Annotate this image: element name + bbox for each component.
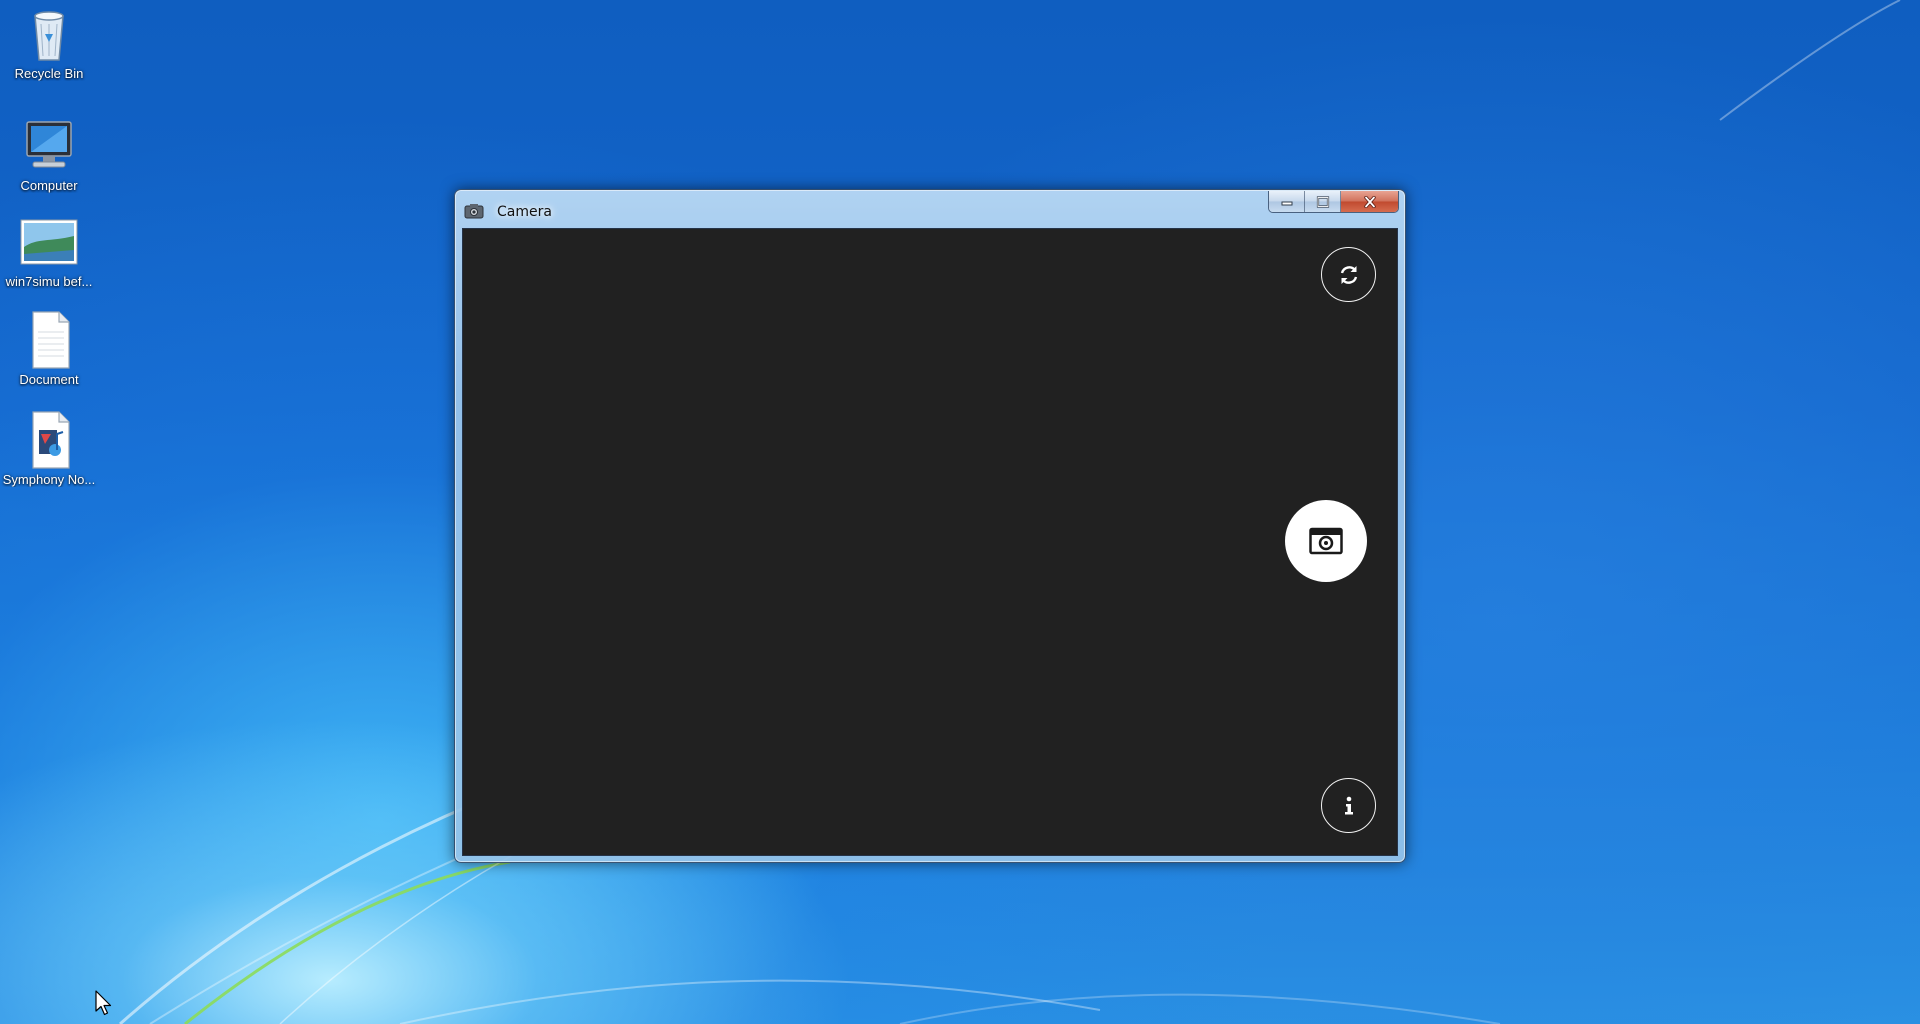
minimize-button[interactable] [1269,191,1305,212]
desktop-icon-symphony[interactable]: Symphony No... [0,410,98,487]
info-button[interactable] [1321,778,1376,833]
camera-shutter-icon [1309,527,1343,555]
caption-buttons [1268,191,1399,213]
desktop-icon-label: Computer [20,178,78,193]
image-file-icon [20,219,78,265]
desktop-icon-computer[interactable]: Computer [0,116,98,193]
maximize-button[interactable] [1305,191,1341,212]
desktop-icon-win7simu[interactable]: win7simu bef... [0,212,98,289]
desktop: Recycle Bin Computer win7simu bef... Doc… [0,0,1920,1024]
camera-app-icon [464,204,484,219]
desktop-icon-label: win7simu bef... [5,274,93,289]
capture-photo-button[interactable] [1285,500,1367,582]
window-title: Camera [497,204,552,220]
switch-camera-icon [1340,265,1357,284]
maximize-icon [1316,195,1329,208]
switch-camera-button[interactable] [1321,247,1376,302]
recycle-bin-icon [34,11,64,61]
desktop-icon-label: Document [19,372,79,387]
info-icon [1344,796,1353,814]
media-file-icon [32,411,70,469]
computer-icon [26,121,72,168]
close-button[interactable] [1341,191,1398,212]
minimize-icon [1281,201,1292,205]
window-titlebar[interactable]: Camera [455,190,1405,228]
camera-window[interactable]: Camera [454,189,1406,863]
desktop-icon-document[interactable]: Document [0,310,98,387]
mouse-cursor-icon [95,990,112,1016]
text-document-icon [32,311,70,369]
desktop-icon-recycle-bin[interactable]: Recycle Bin [0,4,98,81]
desktop-icon-label: Recycle Bin [14,66,84,81]
close-icon [1363,195,1376,208]
desktop-icon-label: Symphony No... [2,472,96,487]
camera-viewfinder[interactable] [462,228,1398,856]
